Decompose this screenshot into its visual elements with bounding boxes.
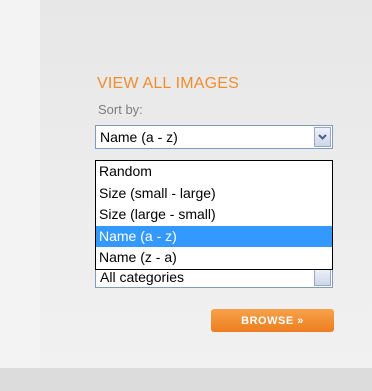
sort-by-label: Sort by: (98, 102, 143, 117)
sort-option-size-small-large[interactable]: Size (small - large) (96, 183, 332, 205)
sort-options-list: Random Size (small - large) Size (large … (95, 160, 333, 270)
sort-option-name-z-a[interactable]: Name (z - a) (96, 247, 332, 269)
category-select-value: All categories (100, 269, 185, 285)
sort-option-random[interactable]: Random (96, 161, 332, 183)
browse-button[interactable]: BROWSE » (211, 309, 334, 332)
footer-band (0, 368, 372, 391)
left-sidebar-strip (0, 0, 40, 368)
chevron-down-icon[interactable] (314, 127, 331, 147)
sort-select[interactable]: Name (a - z) (95, 125, 333, 149)
sort-option-size-large-small[interactable]: Size (large - small) (96, 204, 332, 226)
panel-title: VIEW ALL IMAGES (97, 75, 240, 92)
sort-select-value: Name (a - z) (100, 129, 178, 145)
sort-option-name-a-z[interactable]: Name (a - z) (96, 225, 332, 247)
category-chevron-down-icon[interactable] (314, 268, 331, 286)
